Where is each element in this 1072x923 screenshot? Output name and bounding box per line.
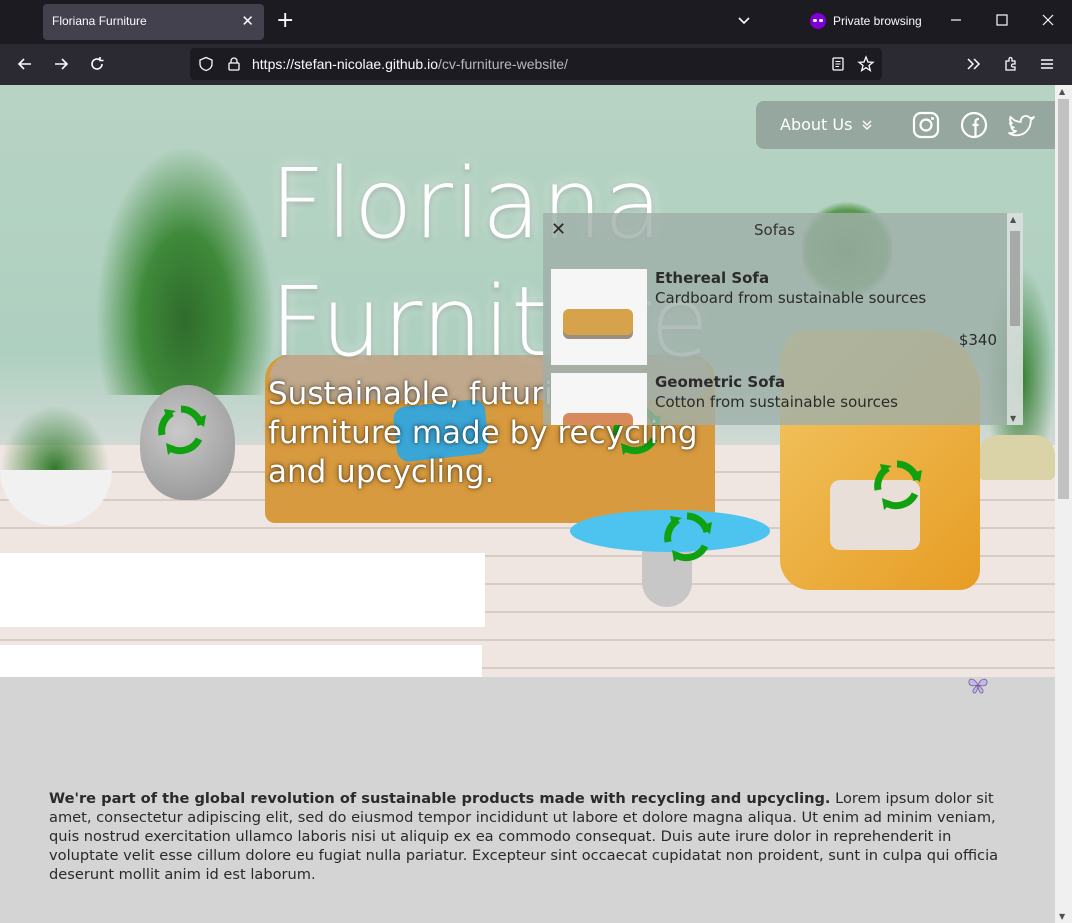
butterfly-icon xyxy=(968,678,988,694)
close-window-icon[interactable] xyxy=(1040,12,1056,28)
close-icon[interactable]: ✕ xyxy=(551,221,566,239)
url-text: https://stefan-nicolae.github.io/cv-furn… xyxy=(252,56,568,72)
site-nav: About Us xyxy=(756,101,1055,149)
product-name: Geometric Sofa xyxy=(655,373,786,391)
shield-icon[interactable] xyxy=(198,56,214,72)
url-bar[interactable]: https://stefan-nicolae.github.io/cv-furn… xyxy=(190,48,882,80)
private-browsing-icon xyxy=(810,13,826,29)
popup-scroll-thumb[interactable] xyxy=(1010,231,1020,326)
about-us-dropdown[interactable]: About Us xyxy=(780,115,872,134)
tab-title: Floriana Furniture xyxy=(52,14,147,28)
url-host: https://stefan-nicolae.github.io xyxy=(252,56,439,72)
palm-plant xyxy=(95,145,275,395)
browser-tab[interactable]: Floriana Furniture ✕ xyxy=(43,4,264,40)
scroll-up-icon[interactable]: ▲ xyxy=(1010,215,1016,224)
overflow-chevrons-icon[interactable] xyxy=(965,55,983,73)
product-popup: ✕ Sofas Ethereal Sofa Cardboard from sus… xyxy=(543,213,1023,425)
scroll-down-icon[interactable]: ▼ xyxy=(1059,912,1065,921)
scroll-up-icon[interactable]: ▲ xyxy=(1059,87,1065,96)
browser-nav-bar: https://stefan-nicolae.github.io/cv-furn… xyxy=(0,44,1072,85)
hero-section: Floriana Furniture Sustainable, futurist… xyxy=(0,85,1055,677)
forward-icon[interactable] xyxy=(52,55,70,73)
about-paragraph: We're part of the global revolution of s… xyxy=(49,789,1011,884)
floor-highlight xyxy=(0,645,482,677)
page-scroll-thumb[interactable] xyxy=(1058,99,1069,499)
product-name: Ethereal Sofa xyxy=(655,269,770,287)
recycle-icon[interactable] xyxy=(660,510,714,564)
recycle-icon[interactable] xyxy=(870,458,924,512)
tab-close-icon[interactable]: ✕ xyxy=(241,12,254,30)
new-tab-icon[interactable]: + xyxy=(276,9,294,33)
page-scrollbar[interactable]: ▲ ▼ xyxy=(1055,85,1072,923)
url-path: /cv-furniture-website/ xyxy=(438,56,568,72)
product-price: $340 xyxy=(958,331,997,349)
popup-scrollbar[interactable]: ▲ ▼ xyxy=(1007,213,1023,425)
basket xyxy=(978,435,1055,480)
popup-title: Sofas xyxy=(754,221,795,239)
page-viewport: Floriana Furniture Sustainable, futurist… xyxy=(0,85,1055,923)
menu-icon[interactable] xyxy=(1038,55,1056,73)
private-browsing-indicator: Private browsing xyxy=(810,13,922,29)
private-browsing-label: Private browsing xyxy=(833,14,922,28)
product-description: Cardboard from sustainable sources xyxy=(655,289,927,307)
about-lead: We're part of the global revolution of s… xyxy=(49,790,831,807)
chevron-double-down-icon xyxy=(862,120,872,130)
facebook-icon[interactable] xyxy=(960,111,988,139)
chevron-down-icon[interactable] xyxy=(736,12,752,28)
lock-icon[interactable] xyxy=(226,56,242,72)
scroll-down-icon[interactable]: ▼ xyxy=(1010,414,1016,423)
maximize-icon[interactable] xyxy=(994,12,1010,28)
sofa-thumbnail xyxy=(563,413,633,425)
floor-highlight xyxy=(0,553,485,627)
instagram-icon[interactable] xyxy=(912,111,940,139)
recycle-icon[interactable] xyxy=(154,403,208,457)
product-image xyxy=(551,373,647,425)
reload-icon[interactable] xyxy=(88,55,106,73)
product-image xyxy=(551,269,647,365)
minimize-icon[interactable] xyxy=(948,12,964,28)
twitter-icon[interactable] xyxy=(1008,111,1036,139)
back-icon[interactable] xyxy=(16,55,34,73)
extensions-icon[interactable] xyxy=(1002,55,1020,73)
product-item[interactable]: Ethereal Sofa Cardboard from sustainable… xyxy=(551,269,1007,369)
product-description: Cotton from sustainable sources xyxy=(655,393,898,411)
sofa-thumbnail xyxy=(563,309,633,335)
product-item[interactable]: Geometric Sofa Cotton from sustainable s… xyxy=(551,373,1007,425)
bookmark-star-icon[interactable] xyxy=(857,55,875,73)
reader-view-icon[interactable] xyxy=(830,56,846,72)
browser-tab-bar: Floriana Furniture ✕ + Private browsing xyxy=(0,0,1072,44)
about-us-label: About Us xyxy=(780,115,853,134)
